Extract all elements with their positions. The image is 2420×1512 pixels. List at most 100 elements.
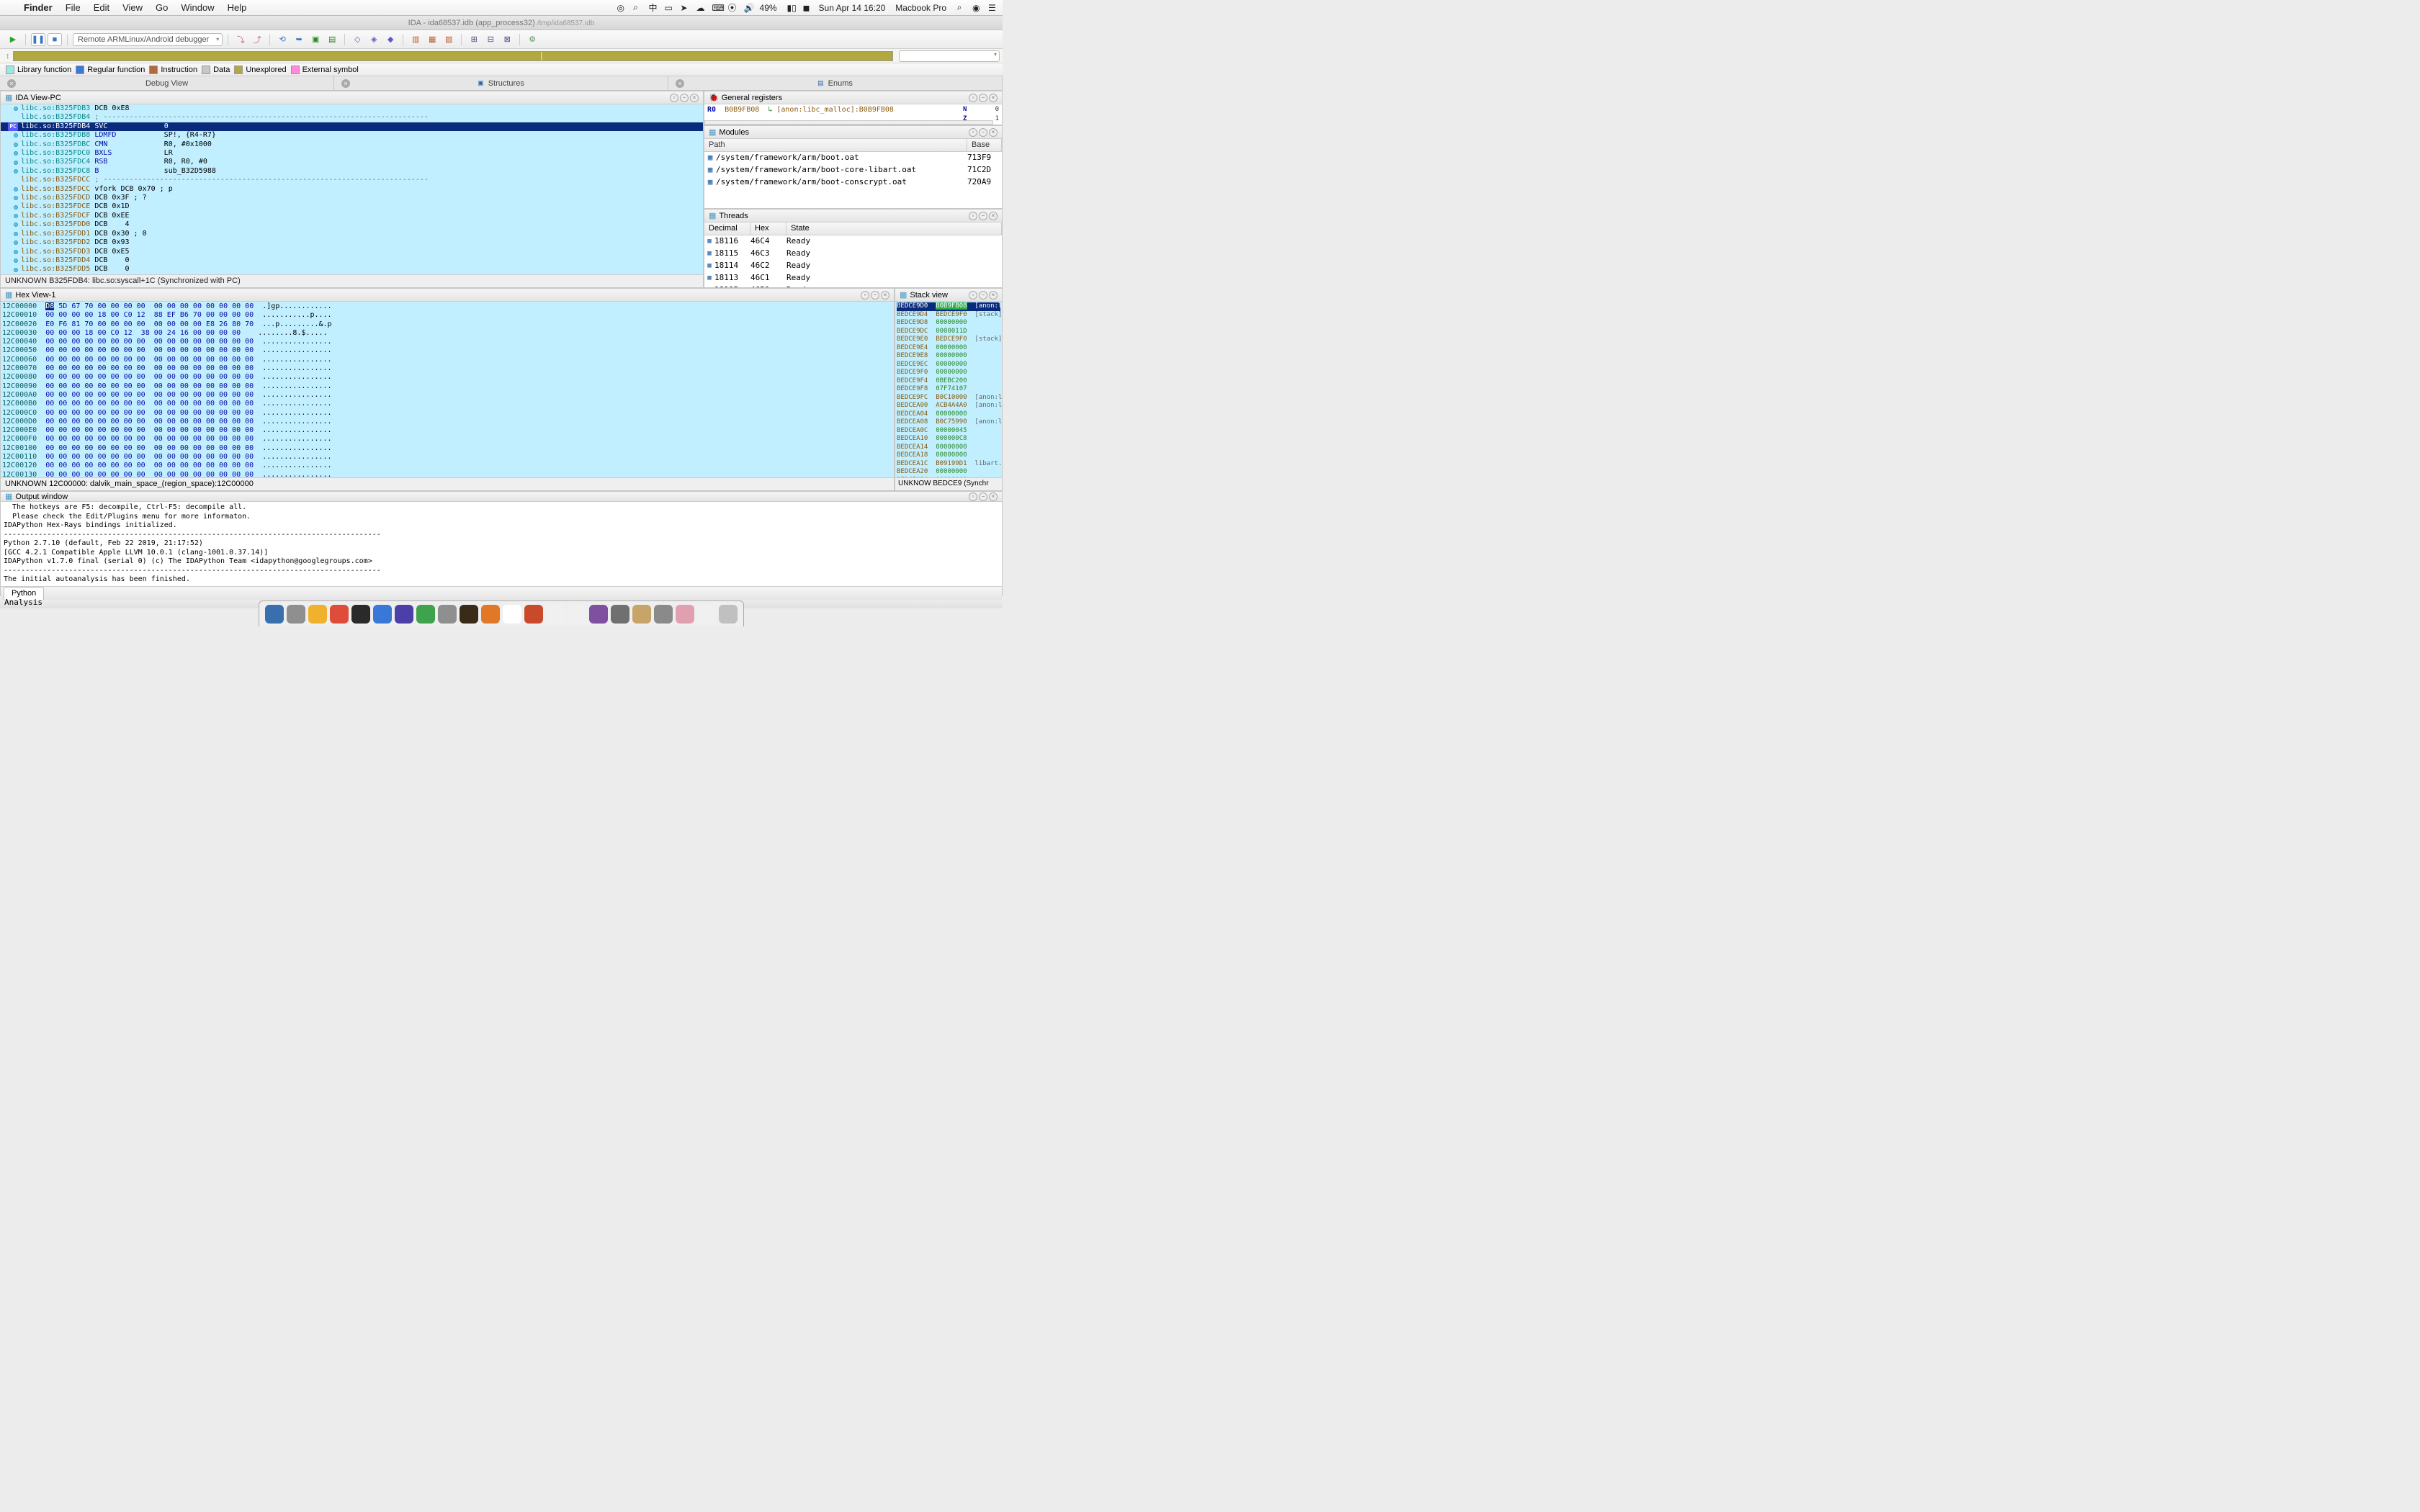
thread-row[interactable]: ▦1811346C1Ready	[704, 272, 1002, 284]
notifications-icon[interactable]: ☰	[985, 3, 997, 13]
panel-close-icon[interactable]: ×	[989, 492, 998, 501]
hex-row[interactable]: 12C000E0 00 00 00 00 00 00 00 00 00 00 0…	[2, 426, 892, 435]
disasm-line[interactable]: libc.so:B325FDD3 DCB 0xE5	[1, 248, 703, 256]
navigation-track[interactable]	[13, 51, 894, 61]
display-icon[interactable]: ▭	[662, 3, 673, 13]
hex-row[interactable]: 12C000B0 00 00 00 00 00 00 00 00 00 00 0…	[2, 400, 892, 408]
hex-view-body[interactable]: 12C00000 D8 5D 67 70 00 00 00 00 00 00 0…	[1, 302, 894, 477]
thread-row[interactable]: ▦1810546B9Ready	[704, 284, 1002, 287]
menubar-window[interactable]: Window	[174, 2, 220, 13]
breakpoint-icon[interactable]	[14, 107, 18, 111]
breakpoint-icon[interactable]	[14, 187, 18, 192]
stack-row[interactable]: BEDCEA24 00000001	[897, 477, 1000, 478]
stack-row[interactable]: BEDCE9F0 00000000	[897, 369, 1000, 377]
close-icon[interactable]: ×	[7, 79, 16, 88]
battery-percent[interactable]: 49%	[757, 3, 780, 13]
hex-row[interactable]: 12C00030 00 00 00 18 00 C0 12 38 00 24 1…	[2, 329, 892, 338]
nav-arrow-icon[interactable]: ↕	[3, 52, 13, 60]
menubar-app[interactable]: Finder	[17, 2, 59, 13]
win1-button[interactable]: ⊞	[467, 33, 481, 46]
disasm-line[interactable]: libc.so:B325FDBC CMN R0, #0x1000	[1, 140, 703, 149]
dock-app-icon[interactable]	[287, 605, 305, 624]
stack-row[interactable]: BEDCEA08 B0C75990 [anon:l	[897, 418, 1000, 427]
disasm-line[interactable]: libc.so:B325FDCD DCB 0x3F ; ?	[1, 194, 703, 202]
stop-button[interactable]: ■	[48, 33, 62, 46]
tab-enums[interactable]: ×▤Enums	[668, 76, 1003, 90]
menubar-view[interactable]: View	[116, 2, 149, 13]
stack-row[interactable]: BEDCE9D4 BEDCE9F0 [stack]	[897, 311, 1000, 320]
hex-row[interactable]: 12C000D0 00 00 00 00 00 00 00 00 00 00 0…	[2, 418, 892, 426]
panel-close-icon[interactable]: ×	[881, 291, 889, 300]
run-until-button[interactable]: ⟲	[275, 33, 290, 46]
hex-row[interactable]: 12C00020 E0 F6 81 70 00 00 00 00 00 00 0…	[2, 320, 892, 329]
dock-app-icon[interactable]	[524, 605, 543, 624]
menubar-clock[interactable]: Sun Apr 14 16:20	[816, 3, 889, 13]
ida-view-body[interactable]: libc.so:B325FDB3 DCB 0xE8 libc.so:B325FDB…	[1, 104, 703, 274]
thread-row[interactable]: ▦1811446C2Ready	[704, 260, 1002, 272]
module-row[interactable]: ▦/system/framework/arm/boot-conscrypt.oa…	[704, 176, 1002, 189]
disasm-line[interactable]: libc.so:B325FDCC ; ---------------------…	[1, 176, 703, 184]
registers-scrollbar[interactable]	[704, 120, 993, 125]
step-button[interactable]: ➥	[292, 33, 306, 46]
hex-row[interactable]: 12C00010 00 00 00 00 18 00 C0 12 88 EF B…	[2, 311, 892, 320]
disasm-line[interactable]: libc.so:B325FDB3 DCB 0xE8	[1, 104, 703, 113]
siri-icon[interactable]: ◉	[969, 3, 981, 13]
breakpoint-icon[interactable]	[14, 196, 18, 200]
output-window-body[interactable]: The hotkeys are F5: decompile, Ctrl-F5: …	[1, 502, 1002, 586]
bp3-button[interactable]: ◆	[383, 33, 398, 46]
stack-row[interactable]: BEDCE9E0 BEDCE9F0 [stack]	[897, 336, 1000, 344]
hex-row[interactable]: 12C00130 00 00 00 00 00 00 00 00 00 00 0…	[2, 471, 892, 477]
tab-structures[interactable]: ×▣Structures	[334, 76, 668, 90]
stack-row[interactable]: BEDCE9F8 07F74107	[897, 385, 1000, 394]
misc3-button[interactable]: ▧	[442, 33, 456, 46]
registers-body[interactable]: R0 B0B9FB08 ↳ [anon:libc_malloc]:B0B9FB0…	[704, 104, 1002, 125]
panel-close-icon[interactable]: ×	[989, 94, 998, 102]
menubar-go[interactable]: Go	[149, 2, 174, 13]
panel-min-icon[interactable]: −	[680, 94, 689, 102]
win2-button[interactable]: ⊟	[483, 33, 498, 46]
stack-row[interactable]: BEDCEA18 00000000	[897, 451, 1000, 460]
disasm-line[interactable]: PClibc.so:B325FDB4 SVC 0	[1, 122, 703, 131]
run-button[interactable]: ▶	[6, 33, 20, 46]
stack-row[interactable]: BEDCE9DC 0000011D	[897, 328, 1000, 336]
disasm-line[interactable]: libc.so:B325FDC0 BXLS LR	[1, 149, 703, 158]
panel-min-icon[interactable]: −	[871, 291, 879, 300]
tab-debug-view[interactable]: ×Debug View	[0, 76, 334, 90]
stack-row[interactable]: BEDCEA20 00000000	[897, 468, 1000, 477]
hex-row[interactable]: 12C00120 00 00 00 00 00 00 00 00 00 00 0…	[2, 462, 892, 470]
dock-app-icon[interactable]	[438, 605, 457, 624]
hex-row[interactable]: 12C000F0 00 00 00 00 00 00 00 00 00 00 0…	[2, 435, 892, 444]
hex-row[interactable]: 12C00110 00 00 00 00 00 00 00 00 00 00 0…	[2, 453, 892, 462]
breakpoint-icon[interactable]	[14, 133, 18, 138]
stack-row[interactable]: BEDCE9EC 00000000	[897, 361, 1000, 369]
stack-view-body[interactable]: BEDCE9D0 B0B9FB08 [anon:lBEDCE9D4 BEDCE9…	[895, 302, 1002, 477]
threads-body[interactable]: ▦1811646C4Ready▦1811546C3Ready▦1811446C2…	[704, 235, 1002, 287]
module-row[interactable]: ▦/system/framework/arm/boot.oat713F9	[704, 152, 1002, 164]
stack-row[interactable]: BEDCE9FC B0C10000 [anon:l	[897, 394, 1000, 402]
keyboard-icon[interactable]: ⌨	[709, 3, 721, 13]
wifi-icon[interactable]: ⦿	[725, 1, 737, 14]
panel-close-icon[interactable]: ×	[989, 291, 998, 300]
dock-app-icon[interactable]	[351, 605, 370, 624]
dock-app-icon[interactable]	[416, 605, 435, 624]
app-icon[interactable]: ◼	[800, 3, 812, 13]
stack-row[interactable]: BEDCE9D0 B0B9FB08 [anon:l	[897, 302, 1000, 311]
trace-button[interactable]: ▣	[308, 33, 323, 46]
panel-close-icon[interactable]: ×	[989, 212, 998, 220]
battery-icon[interactable]: ▮▯	[784, 3, 796, 13]
hex-row[interactable]: 12C00100 00 00 00 00 00 00 00 00 00 00 0…	[2, 444, 892, 453]
send-icon[interactable]: ➤	[678, 3, 689, 13]
disasm-line[interactable]: libc.so:B325FDD0 DCB 4	[1, 220, 703, 229]
hex-row[interactable]: 12C000C0 00 00 00 00 00 00 00 00 00 00 0…	[2, 409, 892, 418]
disasm-line[interactable]: libc.so:B325FDCE DCB 0x1D	[1, 202, 703, 211]
dock-app-icon[interactable]	[676, 605, 694, 624]
dock-app-icon[interactable]	[654, 605, 673, 624]
threads-header[interactable]: DecimalHexState	[704, 222, 1002, 235]
stack-row[interactable]: BEDCE9E8 00000000	[897, 352, 1000, 361]
close-icon[interactable]: ×	[676, 79, 684, 88]
cloud-icon[interactable]: ☁	[694, 3, 705, 13]
panel-min-icon[interactable]: −	[979, 128, 987, 137]
breakpoint-icon[interactable]	[14, 214, 18, 218]
volume-icon[interactable]: 🔊	[741, 3, 753, 13]
stack-row[interactable]: BEDCEA0C 00000045	[897, 427, 1000, 436]
